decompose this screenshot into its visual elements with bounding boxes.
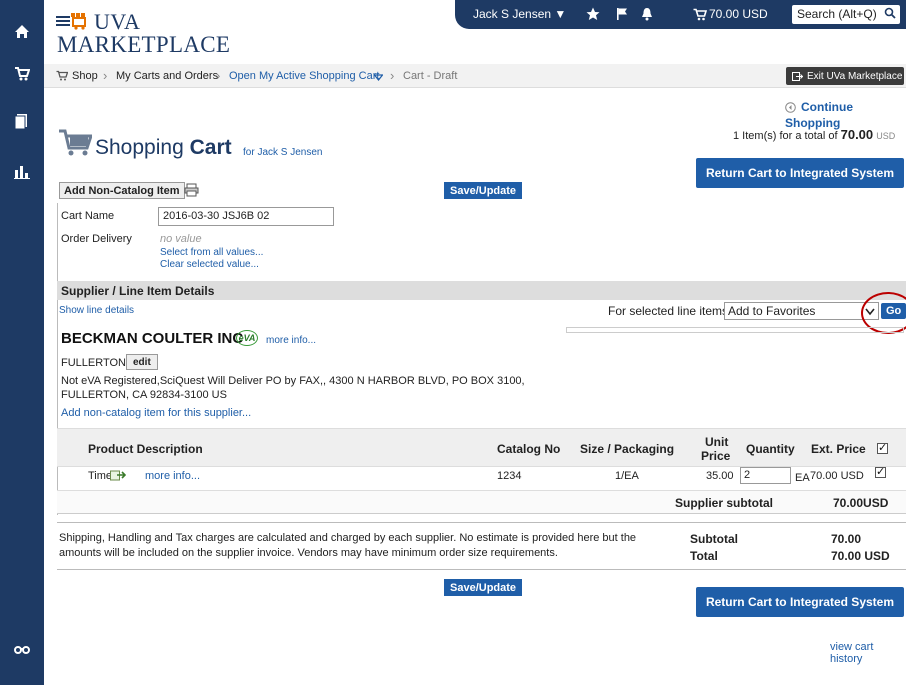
for-user-label: for Jack S Jensen xyxy=(243,147,323,158)
flag-icon[interactable] xyxy=(613,5,631,23)
save-update-button-top[interactable]: Save/Update xyxy=(444,182,523,199)
logo-text-marketplace: MARKETPLACE xyxy=(57,32,231,57)
total-label: Total xyxy=(690,549,718,563)
uva-marketplace-logo[interactable]: UVA MARKETPLACE xyxy=(52,6,230,60)
shipping-notes-line1: Shipping, Handling and Tax charges are c… xyxy=(59,532,637,544)
supplier-name: BECKMAN COULTER INC xyxy=(61,330,244,347)
col-ext-price: Ext. Price xyxy=(811,442,866,456)
breadcrumb-current: Cart - Draft xyxy=(403,70,458,82)
edit-location-button[interactable]: edit xyxy=(126,354,158,370)
cart-name-field[interactable]: 2016-03-30 JSJ6B 02 xyxy=(158,207,334,226)
supplier-subtotal-value: 70.00USD xyxy=(833,496,889,510)
breadcrumb-separator: › xyxy=(390,68,395,83)
breadcrumb-separator: › xyxy=(103,68,108,83)
exit-marketplace-button[interactable]: Exit UVa Marketplace xyxy=(786,67,904,85)
clear-selected-value-link[interactable]: Clear selected value... xyxy=(160,259,259,270)
breadcrumb-separator: › xyxy=(216,68,221,83)
row-quantity-input[interactable]: 2 xyxy=(740,467,791,484)
summary-prefix: 1 Item(s) for a total of xyxy=(733,130,838,142)
line-item-action-select[interactable]: Add to Favorites xyxy=(724,302,879,320)
select-all-checkbox[interactable] xyxy=(877,441,888,454)
supplier-progress-bar xyxy=(566,327,904,333)
search-icon[interactable] xyxy=(884,7,896,22)
breadcrumb-shop[interactable]: Shop xyxy=(72,70,98,82)
add-non-catalog-item-button[interactable]: Add Non-Catalog Item xyxy=(59,182,185,199)
logo-cart-graphic xyxy=(56,13,86,30)
row-size: 1/EA xyxy=(615,470,639,482)
breadcrumb-active-cart[interactable]: Open My Active Shopping Cart xyxy=(229,70,379,82)
row-ext-price: 70.00 USD xyxy=(810,470,864,482)
order-delivery-value: no value xyxy=(160,233,202,245)
view-cart-history-link[interactable]: view cart history xyxy=(830,641,906,665)
shop-cart-icon xyxy=(56,70,69,84)
col-quantity: Quantity xyxy=(746,442,795,456)
subtotal-label: Subtotal xyxy=(690,532,738,546)
cart-icon[interactable] xyxy=(691,5,709,23)
circle-left-arrow-icon xyxy=(785,102,796,116)
subtotal-value: 70.00 xyxy=(831,532,862,546)
supplier-location: FULLERTON xyxy=(61,357,127,369)
row-select-checkbox[interactable] xyxy=(875,465,886,478)
left-nav xyxy=(0,0,44,685)
total-value: 70.00 USD xyxy=(831,549,890,563)
exit-icon xyxy=(792,71,803,81)
supplier-line-item-section-header: Supplier / Line Item Details xyxy=(57,281,906,300)
supplier-address-line2: FULLERTON, CA 92834-3100 US xyxy=(61,389,227,401)
breadcrumb: Shop › My Carts and Orders › Open My Act… xyxy=(44,64,906,88)
action-select-value: Add to Favorites xyxy=(728,304,816,318)
cart-name-label: Cart Name xyxy=(61,210,115,222)
cart-total[interactable]: 70.00 USD xyxy=(709,7,768,21)
user-menu[interactable]: Jack S Jensen ▼ xyxy=(473,7,566,21)
cart-nav-icon[interactable] xyxy=(0,56,44,90)
supplier-subtotal-label: Supplier subtotal xyxy=(675,496,774,510)
supplier-more-info-link[interactable]: more info... xyxy=(266,335,316,346)
chevron-down-icon[interactable] xyxy=(373,72,384,84)
title-shopping: Shopping xyxy=(95,136,184,159)
documents-icon[interactable] xyxy=(0,104,44,138)
shipping-notes: Shipping, Handling and Tax charges are c… xyxy=(59,531,669,561)
title-cart: Cart xyxy=(189,136,232,159)
col-unit-price-2: Price xyxy=(701,449,731,463)
bell-icon[interactable] xyxy=(638,5,656,23)
col-unit-price-1: Unit xyxy=(705,435,729,449)
continue-shopping-link[interactable]: Continue Shopping xyxy=(785,100,906,130)
col-size-packaging: Size / Packaging xyxy=(580,442,675,456)
reports-icon[interactable] xyxy=(0,154,44,188)
add-noncatalog-supplier-link[interactable]: Add non-catalog item for this supplier..… xyxy=(61,407,251,419)
col-catalog-no: Catalog No xyxy=(497,442,561,456)
row-unit: EA xyxy=(795,472,810,484)
order-delivery-label: Order Delivery xyxy=(61,233,132,245)
row-catalog-no: 1234 xyxy=(497,470,522,482)
select-all-values-link[interactable]: Select from all values... xyxy=(160,247,263,258)
page-title: Shopping Cart xyxy=(95,136,232,160)
print-icon[interactable] xyxy=(184,183,199,200)
supplier-address-line1: Not eVA Registered,SciQuest Will Deliver… xyxy=(61,375,525,387)
for-selected-label: For selected line items xyxy=(608,304,729,318)
return-cart-button-bottom[interactable]: Return Cart to Integrated System xyxy=(696,587,904,617)
eva-badge: eVA xyxy=(236,330,258,346)
search-input[interactable]: Search (Alt+Q) xyxy=(792,5,900,24)
breadcrumb-carts-orders[interactable]: My Carts and Orders xyxy=(116,70,218,82)
col-product-description: Product Description xyxy=(88,442,203,456)
summary-currency: USD xyxy=(876,131,896,141)
supplier-subtotal-row xyxy=(57,490,906,514)
row-more-info-link[interactable]: more info... xyxy=(145,470,200,482)
eva-badge-text: eVA xyxy=(238,333,256,343)
return-cart-button-top[interactable]: Return Cart to Integrated System xyxy=(696,158,904,188)
header: UVA MARKETPLACE Jack S Jensen ▼ 70.00 US… xyxy=(44,0,906,64)
add-to-favorites-icon[interactable] xyxy=(110,469,127,484)
summary-total: 70.00 xyxy=(840,127,874,142)
star-icon[interactable] xyxy=(584,5,602,23)
search-placeholder: Search (Alt+Q) xyxy=(797,7,877,21)
shipping-notes-line2: amounts will be included on the supplier… xyxy=(59,547,558,559)
show-line-details-link[interactable]: Show line details xyxy=(59,305,134,316)
cart-summary: 1 Item(s) for a total of 70.00 USD xyxy=(733,127,895,142)
shopping-cart-title-icon xyxy=(58,128,94,159)
top-bar: Jack S Jensen ▼ 70.00 USD Search (Alt+Q) xyxy=(455,0,906,29)
exit-label: Exit UVa Marketplace xyxy=(807,70,903,82)
binoculars-icon[interactable] xyxy=(0,632,44,666)
home-icon[interactable] xyxy=(0,14,44,48)
save-update-button-bottom[interactable]: Save/Update xyxy=(444,579,523,596)
row-unit-price: 35.00 xyxy=(706,470,734,482)
